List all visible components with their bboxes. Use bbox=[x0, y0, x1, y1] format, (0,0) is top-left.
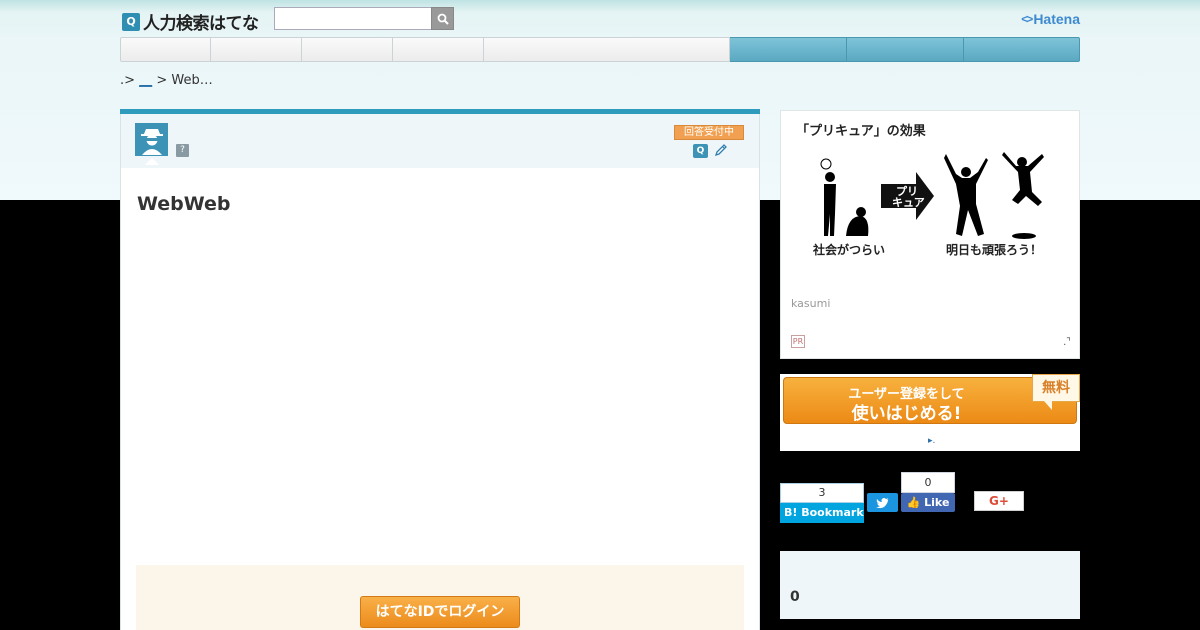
logo-text: 人力検索はてな bbox=[143, 14, 259, 34]
status-badge: 回答受付中 bbox=[674, 125, 744, 140]
nav-item-8[interactable] bbox=[964, 37, 1080, 62]
ad-title: 「プリキュア」の効果 bbox=[796, 124, 926, 139]
nav-item-3[interactable] bbox=[302, 37, 393, 62]
side-count-value: 0 bbox=[790, 589, 800, 605]
question-title: WebWeb bbox=[137, 193, 231, 215]
facebook-count[interactable]: 0 bbox=[901, 472, 955, 493]
ad-caption-right: 明日も頑張ろう！ bbox=[946, 243, 1043, 257]
nav-item-6[interactable] bbox=[730, 37, 847, 62]
twitter-bird-icon bbox=[875, 498, 889, 509]
bookmark-count[interactable]: 3 bbox=[780, 483, 864, 503]
ad-caption-left: 社会がつらい bbox=[813, 243, 886, 257]
question-header: ? 回答受付中 Q bbox=[120, 114, 760, 168]
breadcrumb-current: Web… bbox=[171, 73, 213, 88]
register-arrow-icon[interactable]: ▸. bbox=[928, 436, 935, 446]
nav-item-2[interactable] bbox=[211, 37, 302, 62]
twitter-button[interactable] bbox=[867, 493, 898, 512]
side-count-box: 0 bbox=[780, 551, 1080, 619]
nav-item-4[interactable] bbox=[393, 37, 484, 62]
nav-item-7[interactable] bbox=[847, 37, 964, 62]
login-area: はてなIDでログイン bbox=[136, 565, 744, 630]
ad-expand-icon[interactable]: .⌝ bbox=[1063, 337, 1071, 348]
google-plus-button[interactable]: G+ bbox=[974, 491, 1024, 511]
site-logo[interactable]: Q 人力検索はてな bbox=[122, 9, 259, 34]
hatena-brand-logo[interactable]: <> Hatena bbox=[1021, 11, 1080, 27]
ad-banner[interactable]: 「プリキュア」の効果 プリ キュア 社会がつらい 明日も頑張ろう！ kasumi… bbox=[780, 110, 1080, 359]
anonymous-user-icon bbox=[140, 128, 163, 155]
breadcrumb-link[interactable]: __ bbox=[139, 73, 152, 88]
bookmark-button[interactable]: B! Bookmark bbox=[780, 503, 864, 523]
breadcrumb-prefix: .> bbox=[120, 73, 136, 88]
ad-author[interactable]: kasumi bbox=[791, 297, 830, 310]
breadcrumb-separator: > bbox=[156, 73, 168, 88]
qa-icon[interactable]: Q bbox=[693, 144, 708, 158]
nav-item-5[interactable] bbox=[484, 37, 730, 62]
search-icon bbox=[437, 13, 449, 25]
thumbs-up-icon: 👍 bbox=[906, 496, 921, 509]
free-badge-tail bbox=[1044, 401, 1052, 410]
help-icon[interactable]: ? bbox=[176, 144, 189, 157]
logo-q-icon: Q bbox=[122, 12, 140, 31]
nav-item-1[interactable] bbox=[120, 37, 211, 62]
search-button[interactable] bbox=[431, 7, 454, 30]
login-button[interactable]: はてなIDでログイン bbox=[360, 596, 520, 628]
ad-info-icon[interactable]: PR bbox=[791, 335, 805, 348]
global-nav bbox=[120, 37, 1080, 62]
avatar[interactable] bbox=[135, 123, 168, 156]
breadcrumb: .> __ > Web… bbox=[120, 73, 213, 88]
question-body: WebWeb はてなIDでログイン bbox=[120, 168, 760, 630]
register-box: ユーザー登録をして 使いはじめる! 無料 ▸. bbox=[780, 374, 1080, 451]
free-badge: 無料 bbox=[1032, 374, 1080, 402]
hatena-mark-icon: <> bbox=[1021, 12, 1033, 26]
pencil-icon[interactable] bbox=[714, 143, 728, 157]
ad-illustration: プリ キュア bbox=[820, 152, 1044, 239]
ad-arrow-label-2: キュア bbox=[892, 196, 925, 209]
facebook-like-label: Like bbox=[924, 496, 950, 509]
facebook-like-button[interactable]: 👍 Like bbox=[901, 493, 955, 512]
search-input[interactable] bbox=[274, 7, 432, 30]
hatena-brand-text: Hatena bbox=[1033, 11, 1080, 27]
avatar-pointer bbox=[145, 158, 159, 165]
register-line-2: 使いはじめる! bbox=[851, 404, 962, 424]
